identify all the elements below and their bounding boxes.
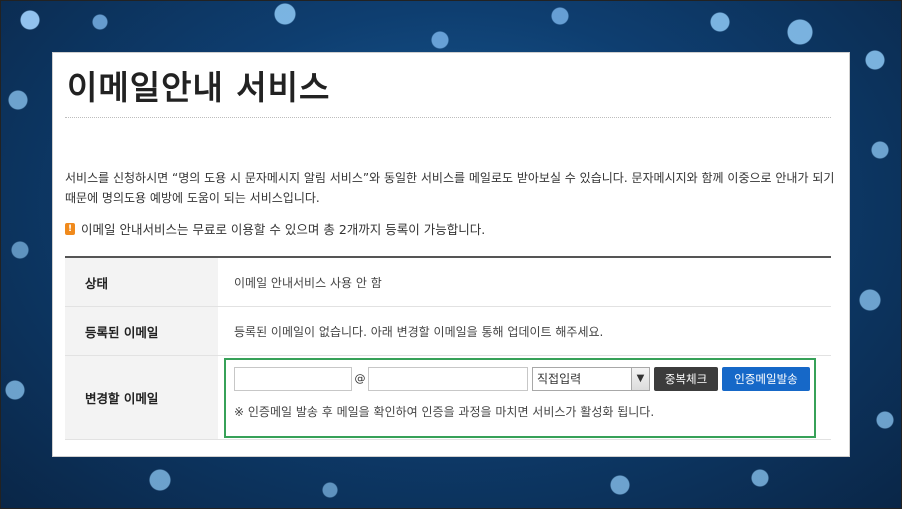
page-title: 이메일안내 서비스	[67, 68, 331, 107]
status-label: 상태	[65, 258, 218, 306]
email-input-row: @ 직접입력 ▼ 중복체크 인증메일발송	[234, 366, 814, 391]
registered-email-label: 등록된 이메일	[65, 307, 218, 355]
title-divider	[65, 117, 831, 118]
notice: ! 이메일 안내서비스는 무료로 이용할 수 있으며 총 2개까지 등록이 가능…	[65, 219, 485, 238]
duplicate-check-button[interactable]: 중복체크	[654, 366, 718, 391]
email-local-input[interactable]	[234, 366, 352, 391]
notice-text: 이메일 안내서비스는 무료로 이용할 수 있으며 총 2개까지 등록이 가능합니…	[81, 222, 486, 237]
verification-note: ※ 인증메일 발송 후 메일을 확인하여 인증을 과정을 마치면 서비스가 활성…	[234, 404, 655, 419]
content-panel: 이메일안내 서비스 서비스를 신청하시면 “명의 도용 시 문자메시지 알림 서…	[52, 52, 850, 457]
send-verification-button[interactable]: 인증메일발송	[722, 366, 810, 391]
info-icon: !	[65, 222, 75, 235]
domain-select-value: 직접입력	[537, 372, 582, 386]
settings-table: 상태 이메일 안내서비스 사용 안 함 등록된 이메일 등록된 이메일이 없습니…	[65, 256, 831, 440]
registered-email-value: 등록된 이메일이 없습니다. 아래 변경할 이메일을 통해 업데이트 해주세요.	[234, 324, 604, 339]
intro-text: 서비스를 신청하시면 “명의 도용 시 문자메시지 알림 서비스”와 동일한 서…	[65, 171, 835, 205]
table-row-change-email: 변경할 이메일 @ 직접입력 ▼ 중복체크 인증메일발송 ※ 인증메일 발송 후…	[65, 356, 831, 440]
at-symbol: @	[354, 372, 366, 385]
change-email-label: 변경할 이메일	[65, 356, 218, 439]
status-value: 이메일 안내서비스 사용 안 함	[234, 275, 382, 290]
chevron-down-icon: ▼	[631, 367, 649, 390]
domain-select[interactable]: 직접입력 ▼	[532, 366, 650, 391]
email-domain-input[interactable]	[368, 366, 528, 391]
table-row-status: 상태 이메일 안내서비스 사용 안 함	[65, 258, 831, 307]
email-change-form: @ 직접입력 ▼ 중복체크 인증메일발송 ※ 인증메일 발송 후 메일을 확인하…	[224, 357, 816, 438]
table-row-registered-email: 등록된 이메일 등록된 이메일이 없습니다. 아래 변경할 이메일을 통해 업데…	[65, 307, 831, 356]
